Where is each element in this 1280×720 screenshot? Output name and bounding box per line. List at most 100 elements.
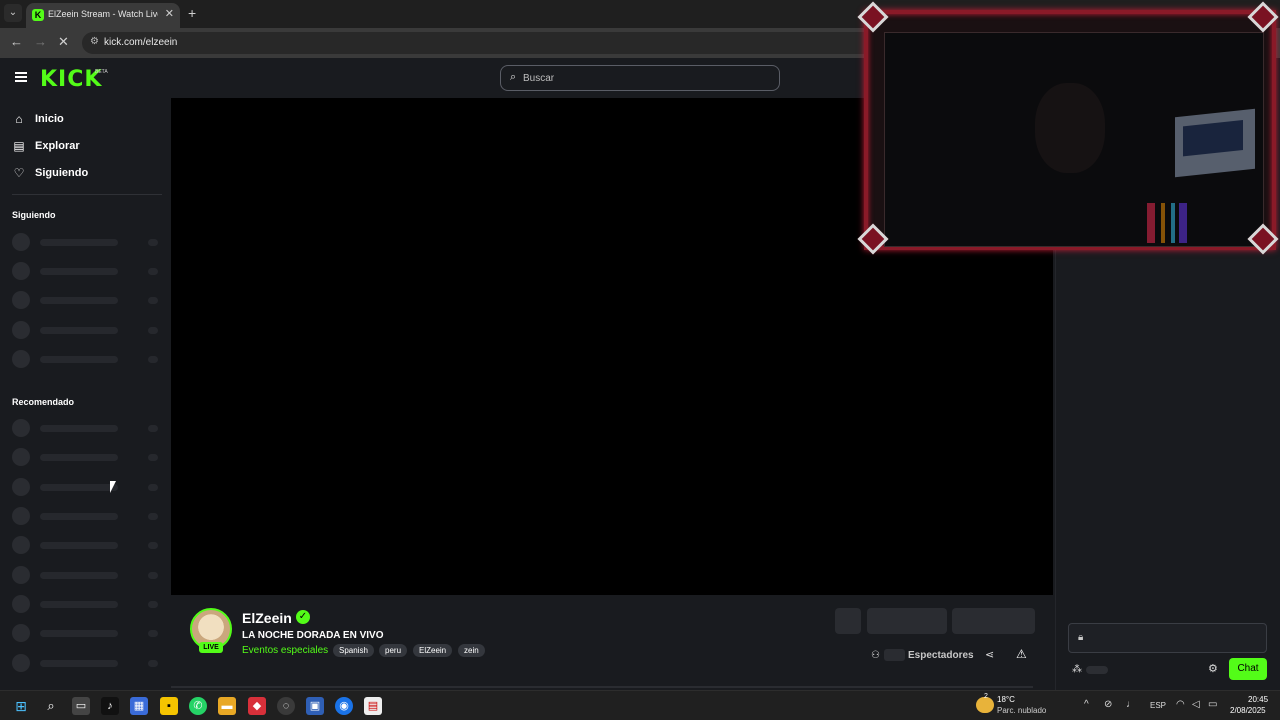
kick-logo[interactable]: KICK [40,67,102,92]
skeleton-channel [12,595,162,613]
tag-chip[interactable]: Spanish [333,644,374,657]
microphone-icon[interactable]: ♩ [1126,699,1136,710]
windows-start-icon[interactable]: ⊞ [12,697,30,715]
emote-icon[interactable]: ⁂ [1072,664,1082,675]
battery-icon[interactable]: ▭ [1208,699,1217,710]
kick-favicon-icon: K [32,9,44,21]
browse-icon: ▤ [13,139,25,153]
webcam-monitor [1175,108,1255,178]
clock-date[interactable]: 2/08/2025 [1230,706,1266,715]
network-off-icon[interactable]: ⊘ [1104,699,1112,710]
skeleton-channel [12,448,162,466]
volume-icon[interactable]: ◁ [1192,699,1200,710]
app-circle-icon[interactable]: ◌ [277,697,295,715]
wifi-icon[interactable]: ◠ [1176,699,1185,710]
category-link[interactable]: Eventos especiales [242,645,328,656]
back-arrow-icon[interactable]: ← [10,34,23,49]
webcam-feed [884,32,1264,247]
heart-icon: ♡ [13,166,25,180]
site-info-icon[interactable]: ⚙ [90,36,99,47]
gear-icon[interactable]: ⚙ [1208,662,1218,675]
file-explorer-icon[interactable]: ▬ [218,697,236,715]
skeleton-channel [12,654,162,672]
task-view-icon[interactable]: ▭ [72,697,90,715]
sidebar-item-label: Siguiendo [35,167,89,179]
forward-arrow-icon[interactable]: → [34,34,47,49]
channel-info: LIVE ElZeein ✓ LA NOCHE DORADA EN VIVO E… [171,600,1053,688]
sticky-notes-icon[interactable]: ▪ [160,697,178,715]
tag-chip[interactable]: peru [379,644,408,657]
taskbar: ⊞ ⌕ ▭ ♪ ▦ ▪ ✆ ▬ ◆ ◌ ▣ ◉ ▤ 2 18°C Parc. n… [0,690,1280,720]
stream-title: LA NOCHE DORADA EN VIVO [242,630,384,641]
weather-temperature: 18°C [997,695,1015,704]
app-red-icon[interactable]: ◆ [248,697,266,715]
chrome-icon[interactable]: ◉ [335,697,353,715]
menu-icon[interactable] [15,72,27,82]
tag-chip[interactable]: ElZeein [413,644,453,657]
home-icon: ⌂ [15,112,23,126]
chevron-up-icon[interactable]: ^ [1084,699,1089,710]
skeleton-channel [12,350,162,368]
search-input[interactable]: ⌕ Buscar [500,65,780,91]
tag-chip[interactable]: zein [458,644,485,657]
webcam-rgb-lights [1147,203,1187,243]
sidebar-divider [12,194,162,195]
sidebar-item-explorar[interactable]: ▤ Explorar [12,138,132,158]
webcam-overlay [857,1,1280,256]
webcam-frame [864,10,1276,250]
sidebar-item-label: Inicio [35,113,64,125]
stop-loading-icon[interactable]: ✕ [58,34,69,50]
skeleton-channel [12,536,162,554]
clock-time[interactable]: 20:45 [1248,695,1268,704]
following-section-title: Siguiendo [12,210,56,220]
webcam-person [1035,83,1105,173]
verified-icon: ✓ [296,610,310,624]
skeleton-channel [12,624,162,642]
chat-input[interactable]: 🔒︎ [1068,623,1267,653]
sidebar-item-label: Explorar [35,140,80,152]
app-document-icon[interactable]: ▤ [364,697,382,715]
mouse-cursor [110,481,116,493]
skeleton-channel [12,262,162,280]
skeleton-pill [1086,666,1108,674]
language-indicator[interactable]: ESP [1150,701,1166,710]
live-badge: LIVE [199,642,223,653]
warning-icon[interactable]: ⚠ [1016,647,1027,661]
sidebar-item-inicio[interactable]: ⌂ Inicio [12,111,132,131]
skeleton-button [835,608,861,634]
url-input[interactable]: ⚙ kick.com/elzeein [82,32,882,54]
skeleton-channel [12,507,162,525]
search-icon[interactable]: ⌕ [42,697,60,715]
skeleton-channel [12,233,162,251]
skeleton-button [952,608,1035,634]
sidebar: ⌂ Inicio ▤ Explorar ♡ Siguiendo Siguiend… [0,98,170,690]
chat-send-button[interactable]: Chat [1229,658,1267,680]
share-icon[interactable]: ⋖ [985,648,994,661]
viewers-label: Espectadores [908,650,974,661]
beta-badge: BETA [95,69,108,75]
tab-close-icon[interactable]: ✕ [165,7,174,20]
channel-name[interactable]: ElZeein [242,610,292,626]
new-tab-icon[interactable]: + [188,5,196,21]
viewers-icon: ⚇ [871,650,880,661]
divider [171,686,1033,688]
skeleton-channel [12,566,162,584]
sidebar-item-siguiendo[interactable]: ♡ Siguiendo [12,165,132,185]
whatsapp-icon[interactable]: ✆ [189,697,207,715]
tab-search-button[interactable]: ⌄ [4,4,22,22]
search-placeholder: Buscar [523,73,555,84]
weather-badge: 2 [984,693,988,700]
lock-icon: 🔒︎ [1078,632,1084,643]
store-icon[interactable]: ▦ [130,697,148,715]
viewer-count-placeholder [884,649,905,661]
skeleton-channel [12,291,162,309]
tab-title: ElZeein Stream - Watch Live on [48,9,158,19]
app-blue-icon[interactable]: ▣ [306,697,324,715]
skeleton-channel [12,321,162,339]
browser-tab[interactable]: K ElZeein Stream - Watch Live on ✕ [26,3,180,28]
recommended-section-title: Recomendado [12,397,75,407]
url-text: kick.com/elzeein [104,37,178,48]
tiktok-icon[interactable]: ♪ [101,697,119,715]
search-icon: ⌕ [510,71,517,83]
skeleton-channel [12,419,162,437]
